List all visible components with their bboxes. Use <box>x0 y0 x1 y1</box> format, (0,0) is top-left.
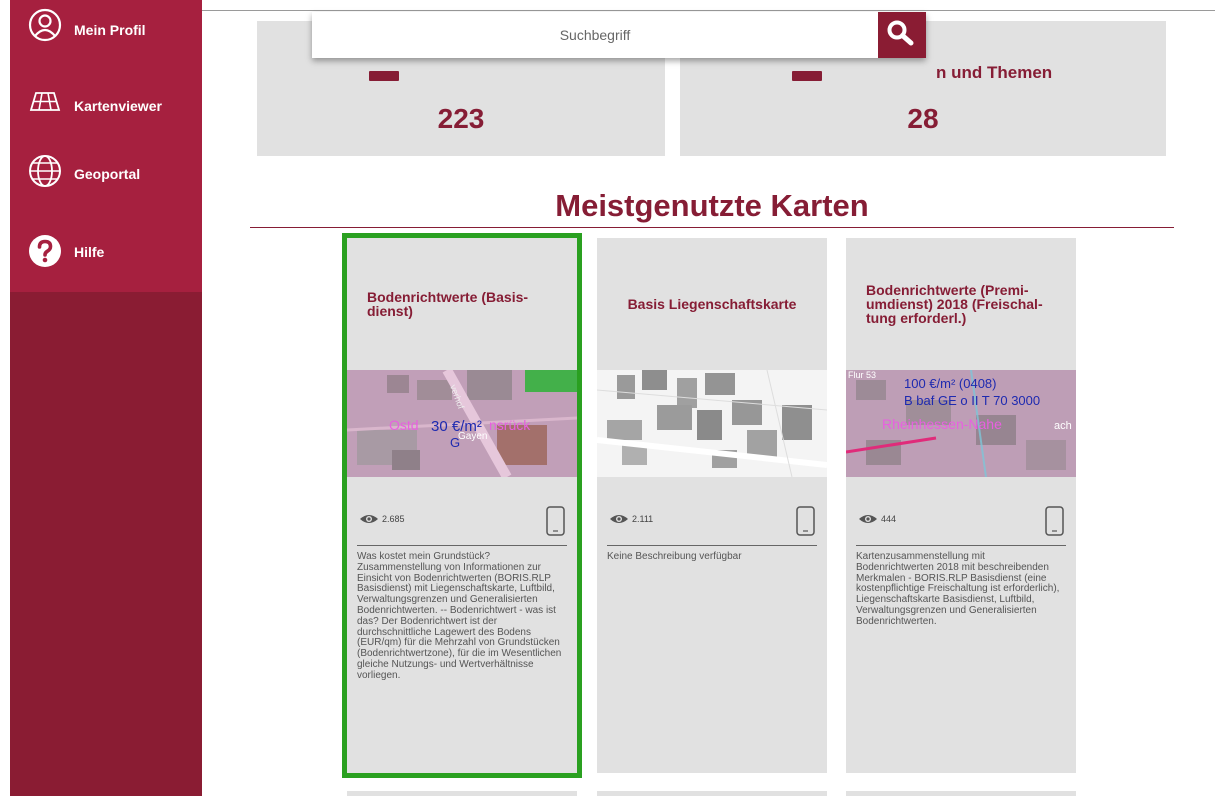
map-label: Rheinhessen-Nahe <box>882 416 1002 432</box>
stat-title-icon <box>792 71 822 81</box>
globe-icon <box>29 155 61 187</box>
section-title: Meistgenutzte Karten <box>555 188 869 223</box>
sidebar-item-geoportal[interactable]: Geoportal <box>10 148 202 198</box>
map-label: 100 €/m² (0408) <box>904 376 997 391</box>
map-label: nsrück <box>489 417 531 433</box>
eye-icon <box>610 515 628 523</box>
view-count-value: 2.111 <box>632 514 654 524</box>
map-label: ach <box>1054 420 1072 432</box>
card-description: Was kostet mein Grundstück? Zusammenstel… <box>357 551 562 681</box>
stat-value: 28 <box>907 103 939 134</box>
card-divider <box>856 545 1066 546</box>
map-grid-icon <box>29 92 61 111</box>
stat-title: n und Themen <box>936 63 1053 82</box>
sidebar-item-label: Geoportal <box>74 166 141 182</box>
card-description: Kartenzusammenstellung mit Bodenrichtwer… <box>856 551 1060 627</box>
header-divider <box>202 10 1215 11</box>
mobile-icon[interactable] <box>546 506 565 536</box>
sidebar-item-label: Hilfe <box>74 244 105 260</box>
sidebar-item-hilfe[interactable]: Hilfe <box>10 226 202 276</box>
map-label: B baf GE o II T 70 3000 <box>904 393 1040 408</box>
search-button[interactable] <box>878 12 926 58</box>
map-card-basis-liegenschaftskarte[interactable]: Basis Liegenschaftskarte 2.111 Keine Bes… <box>597 238 827 773</box>
view-count: 444 <box>858 513 896 525</box>
map-card-next[interactable] <box>597 791 827 796</box>
card-title: Bodenrichtwerte (Premi-umdienst) 2018 (F… <box>866 282 1043 326</box>
map-card-bodenrichtwerte-premium[interactable]: Bodenrichtwerte (Premi-umdienst) 2018 (F… <box>846 238 1076 773</box>
map-thumbnail[interactable] <box>597 370 827 477</box>
help-icon <box>29 235 61 267</box>
map-thumbnail[interactable]: 100 €/m² (0408) B baf GE o II T 70 3000 … <box>846 370 1076 477</box>
sidebar-item-label: Mein Profil <box>74 22 146 38</box>
card-description: Keine Beschreibung verfügbar <box>607 551 742 562</box>
card-title: Bodenrichtwerte (Basis-dienst) <box>367 289 529 319</box>
mobile-icon[interactable] <box>796 506 815 536</box>
map-label: Gayen <box>458 431 487 442</box>
stat-value: 223 <box>437 103 485 134</box>
search-icon <box>887 20 914 46</box>
sidebar-item-label: Kartenviewer <box>74 98 162 114</box>
map-label: Flur 53 <box>848 370 876 380</box>
sidebar-menu: Mein Profil Kartenviewer Geoportal Hilfe <box>10 0 202 292</box>
view-count: 2.685 <box>359 513 405 525</box>
sidebar: Mein Profil Kartenviewer Geoportal Hilfe <box>10 0 202 796</box>
mobile-icon[interactable] <box>1045 506 1064 536</box>
section-divider <box>250 227 1174 228</box>
view-count-value: 444 <box>881 514 897 524</box>
eye-icon <box>859 515 877 523</box>
eye-icon <box>360 515 378 523</box>
sidebar-item-mein-profil[interactable]: Mein Profil <box>10 0 202 50</box>
search-bar <box>312 12 926 58</box>
view-count: 2.111 <box>609 513 653 525</box>
card-divider <box>357 545 567 546</box>
map-card-next[interactable] <box>347 791 577 796</box>
card-title: Basis Liegenschaftskarte <box>627 296 797 312</box>
view-count-value: 2.685 <box>382 514 405 524</box>
stat-title-icon <box>369 71 399 81</box>
sidebar-item-kartenviewer[interactable]: Kartenviewer <box>10 76 202 126</box>
map-card-next[interactable] <box>846 791 1076 796</box>
map-thumbnail[interactable]: Ostd nsrück 30 €/m² G Gayen verhof <box>347 370 577 477</box>
user-circle-icon <box>28 8 62 42</box>
map-label: Ostd <box>389 417 419 433</box>
search-input[interactable] <box>312 12 878 58</box>
map-card-bodenrichtwerte-basis[interactable]: Bodenrichtwerte (Basis-dienst) Ostd nsrü… <box>342 233 582 778</box>
card-divider <box>607 545 817 546</box>
